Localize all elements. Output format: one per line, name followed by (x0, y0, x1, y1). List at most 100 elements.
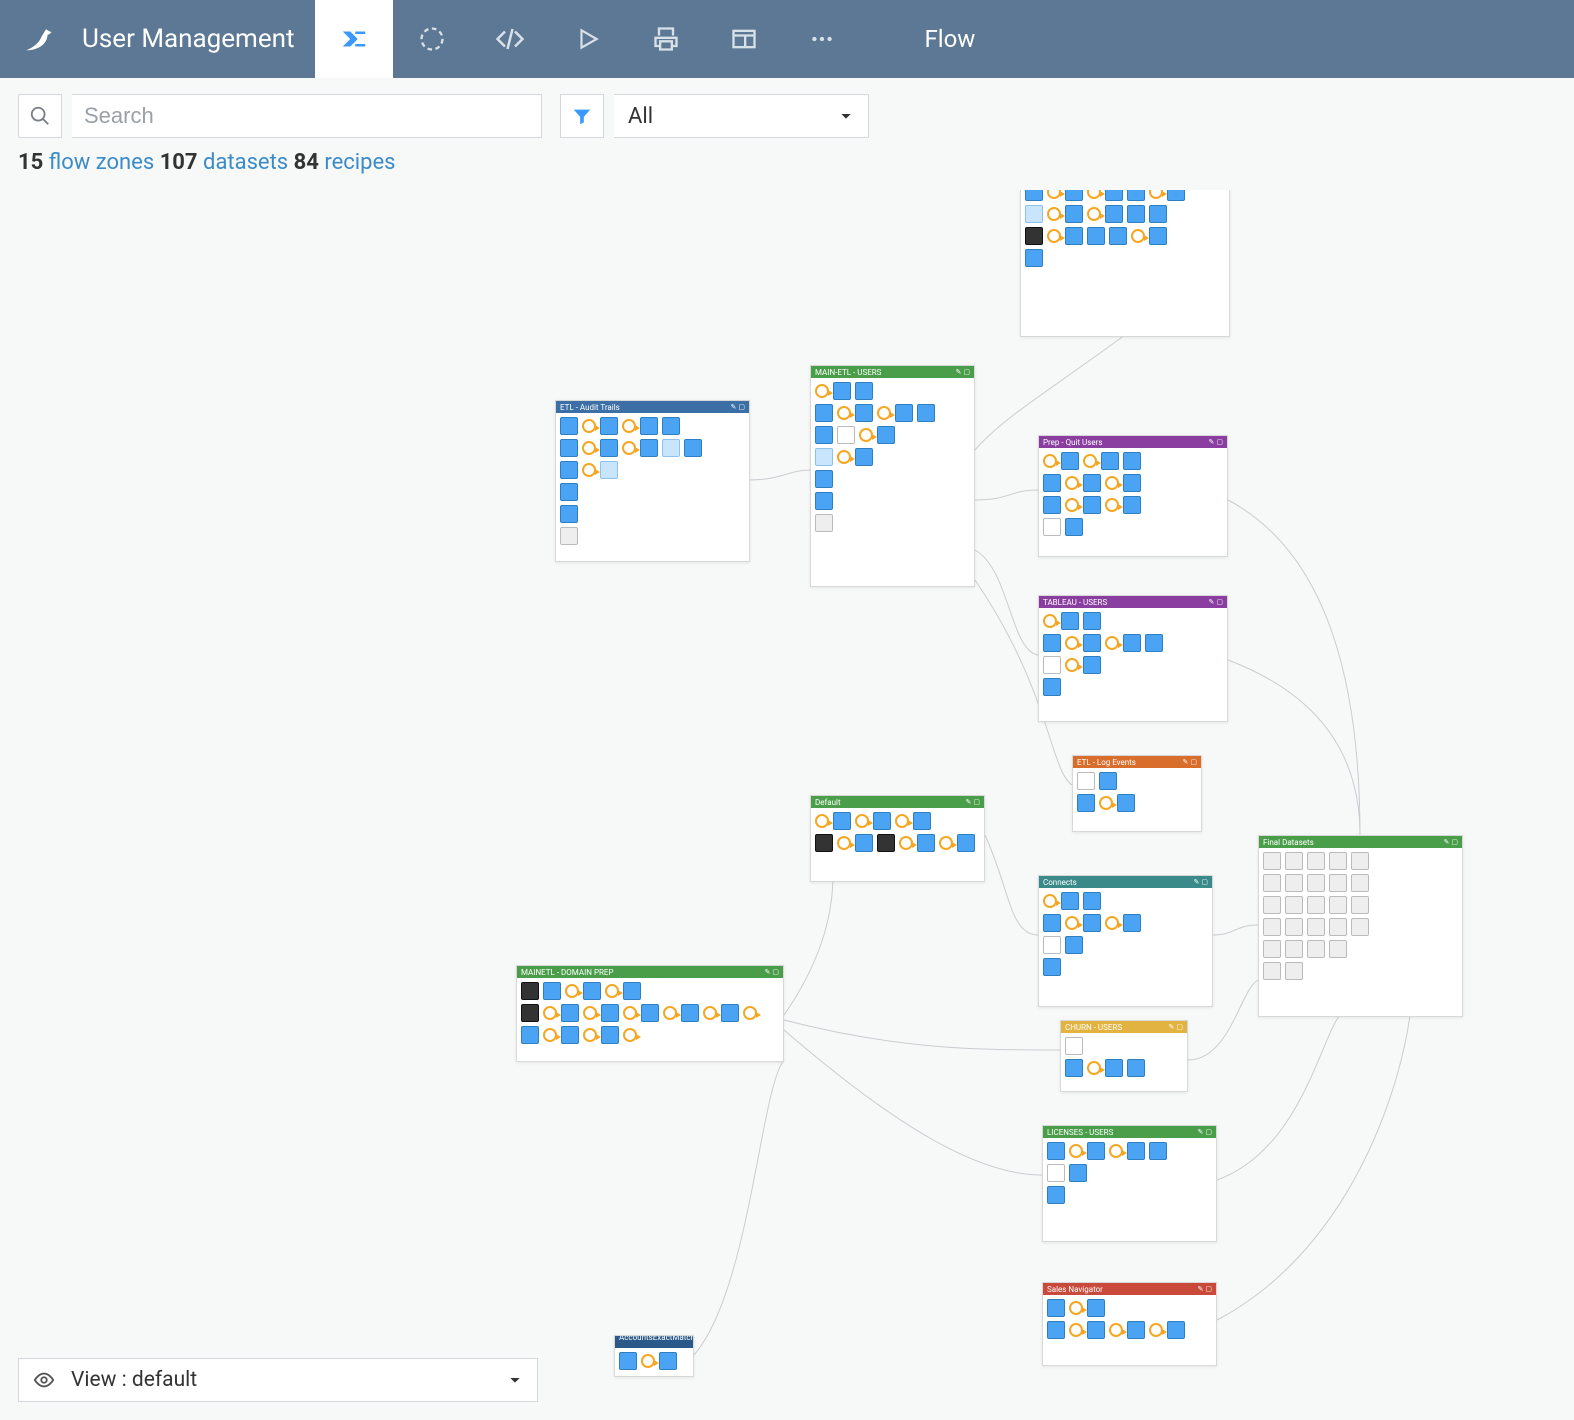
model-node[interactable] (1351, 896, 1369, 914)
folder-node[interactable] (1043, 518, 1061, 536)
model-node[interactable] (1307, 918, 1325, 936)
dataset-node[interactable] (1043, 958, 1061, 976)
model-node[interactable] (1351, 918, 1369, 936)
dataset-node[interactable] (1083, 656, 1101, 674)
dataset-node[interactable] (601, 1004, 619, 1022)
recipe-node[interactable] (1105, 476, 1119, 490)
dataset-node[interactable] (1117, 794, 1135, 812)
expand-icon[interactable]: ▢ (963, 368, 970, 376)
dataset-node[interactable] (1025, 190, 1043, 201)
dataset-node[interactable] (1149, 227, 1167, 245)
edit-icon[interactable]: ✎ (731, 403, 737, 411)
dataset-node[interactable] (600, 461, 618, 479)
recipe-node[interactable] (837, 836, 851, 850)
dataset-node[interactable] (619, 1352, 637, 1370)
dataset-node[interactable] (1043, 678, 1061, 696)
recipe-node[interactable] (605, 984, 619, 998)
recipe-node[interactable] (1043, 454, 1057, 468)
dataset-node[interactable] (1065, 936, 1083, 954)
recipe-node[interactable] (1105, 498, 1119, 512)
dataset-node[interactable] (815, 492, 833, 510)
recipe-node[interactable] (543, 1006, 557, 1020)
flow-zone[interactable]: MAIN-ETL - USERS✎▢ (810, 365, 975, 587)
zone-header[interactable]: MAIN-ETL - USERS✎▢ (811, 366, 974, 378)
expand-icon[interactable]: ▢ (1190, 758, 1197, 766)
view-selector[interactable]: View : default (18, 1358, 538, 1402)
dataset-node[interactable] (1047, 1142, 1065, 1160)
dataset-node[interactable] (583, 982, 601, 1000)
recipe-node[interactable] (565, 984, 579, 998)
recipe-node[interactable] (623, 1028, 637, 1042)
edit-icon[interactable]: ✎ (1198, 1128, 1204, 1136)
dataset-node[interactable] (1083, 634, 1101, 652)
dataset-node[interactable] (1061, 452, 1079, 470)
zone-header[interactable]: CHURN - USERS✎▢ (1061, 1021, 1187, 1033)
dataset-node[interactable] (1087, 1142, 1105, 1160)
dataset-node[interactable] (855, 382, 873, 400)
model-node[interactable] (1307, 940, 1325, 958)
edit-icon[interactable]: ✎ (1198, 1285, 1204, 1293)
flow-zone[interactable]: CHURN - USERS✎▢ (1060, 1020, 1188, 1092)
model-node[interactable] (1263, 962, 1281, 980)
recipes-link[interactable]: recipes (324, 150, 395, 175)
dataset-node[interactable] (1025, 249, 1043, 267)
folder-node[interactable] (1047, 1164, 1065, 1182)
app-logo[interactable] (0, 0, 78, 78)
dataset-node[interactable] (600, 417, 618, 435)
model-node[interactable] (1329, 918, 1347, 936)
recipe-node[interactable] (1131, 229, 1145, 243)
zone-header[interactable]: TABLEAU - USERS✎▢ (1039, 596, 1227, 608)
dataset-node[interactable] (1149, 205, 1167, 223)
dataset-node[interactable] (855, 834, 873, 852)
zone-header[interactable]: Final Datasets✎▢ (1259, 836, 1462, 848)
dataset-node[interactable] (1043, 474, 1061, 492)
search-icon-wrap[interactable] (18, 94, 62, 138)
dataset-node[interactable] (855, 448, 873, 466)
dataset-node[interactable] (1025, 205, 1043, 223)
folder-node[interactable] (1077, 772, 1095, 790)
recipe-node[interactable] (855, 814, 869, 828)
dataset-node[interactable] (681, 1004, 699, 1022)
dataset-node[interactable] (1083, 474, 1101, 492)
dataset-node[interactable] (600, 439, 618, 457)
expand-icon[interactable]: ▢ (973, 798, 980, 806)
zone-header[interactable]: MAINETL - DOMAIN PREP✎▢ (517, 966, 783, 978)
dataset-node[interactable] (913, 812, 931, 830)
expand-icon[interactable]: ▢ (772, 968, 779, 976)
model-node[interactable] (1263, 896, 1281, 914)
dataset-node[interactable] (1127, 190, 1145, 201)
recipe-node[interactable] (622, 441, 636, 455)
dataset-node[interactable] (521, 1026, 539, 1044)
dataset-node[interactable] (1127, 205, 1145, 223)
dataset-node[interactable] (662, 417, 680, 435)
recipe-node[interactable] (837, 450, 851, 464)
zones-link[interactable]: flow zones (49, 150, 155, 175)
recipe-node[interactable] (1099, 796, 1113, 810)
zone-header[interactable]: Prep - Quit Users✎▢ (1039, 436, 1227, 448)
recipe-node[interactable] (1087, 190, 1101, 199)
datasets-link[interactable]: datasets (203, 150, 288, 175)
dataset-node[interactable] (895, 404, 913, 422)
dataset-node[interactable] (721, 1004, 739, 1022)
recipe-node[interactable] (622, 419, 636, 433)
dataset-node[interactable] (1047, 1186, 1065, 1204)
dataset-node[interactable] (1065, 1059, 1083, 1077)
connection-node[interactable] (521, 1004, 539, 1022)
folder-node[interactable] (1065, 1037, 1083, 1055)
edit-icon[interactable]: ✎ (765, 968, 771, 976)
project-title[interactable]: User Management (78, 24, 315, 54)
tab-circle[interactable] (393, 0, 471, 78)
recipe-node[interactable] (582, 441, 596, 455)
model-node[interactable] (1285, 962, 1303, 980)
dataset-node[interactable] (1087, 227, 1105, 245)
dataset-node[interactable] (1123, 496, 1141, 514)
recipe-node[interactable] (1109, 1144, 1123, 1158)
recipe-node[interactable] (743, 1006, 757, 1020)
dataset-node[interactable] (1105, 190, 1123, 201)
connection-node[interactable] (1025, 227, 1043, 245)
folder-node[interactable] (1043, 656, 1061, 674)
model-node[interactable] (1285, 940, 1303, 958)
model-node[interactable] (1329, 940, 1347, 958)
flow-zone[interactable]: MAINETL - DOMAIN PREP✎▢ (516, 965, 784, 1062)
dataset-node[interactable] (873, 812, 891, 830)
